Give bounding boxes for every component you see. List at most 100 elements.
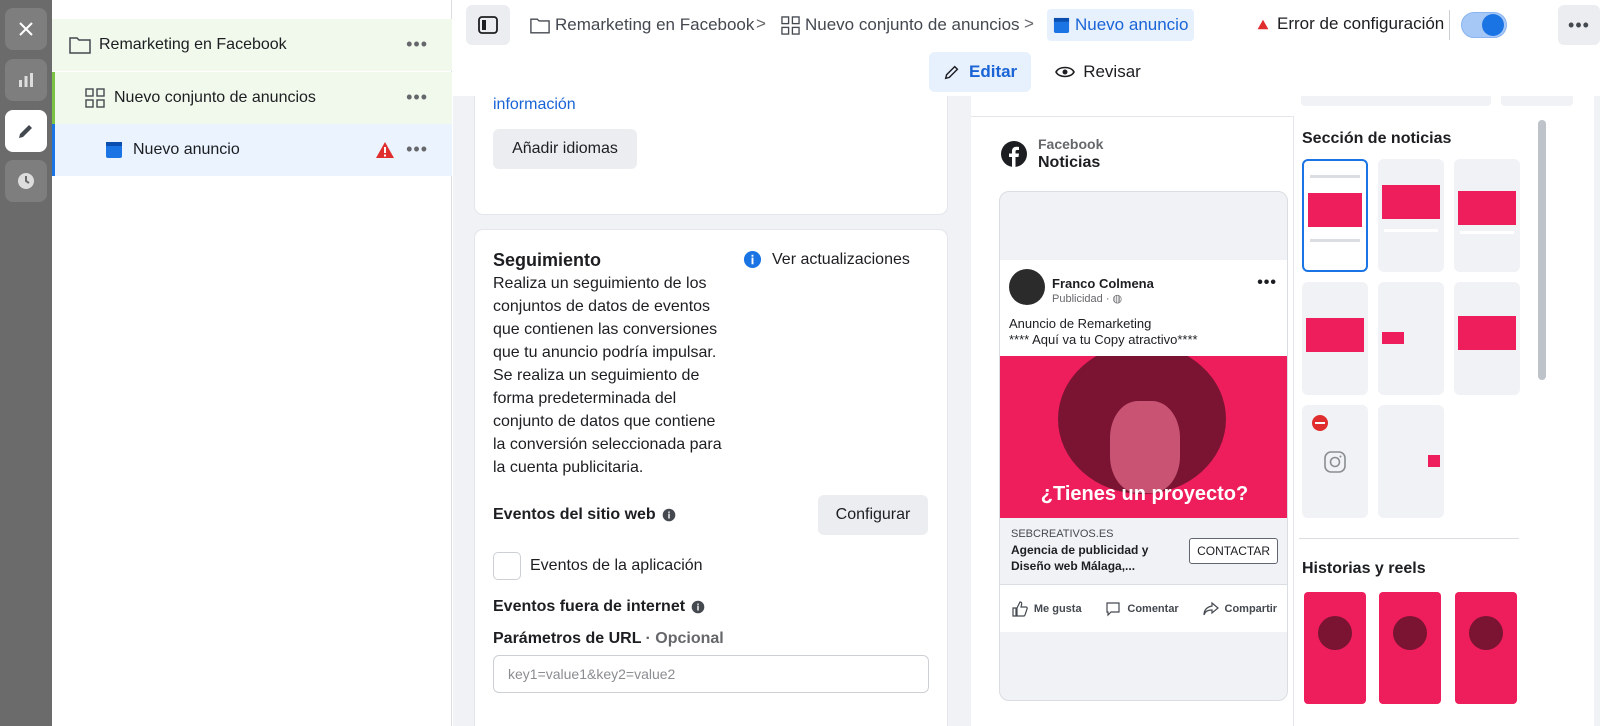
more-icon[interactable]: •••	[406, 35, 428, 53]
ad-active-toggle[interactable]	[1461, 12, 1507, 38]
eye-icon	[1055, 66, 1076, 78]
more-icon[interactable]: •••	[1257, 274, 1277, 292]
placement-thumb[interactable]	[1378, 159, 1444, 272]
breadcrumb-label: Remarketing en Facebook	[555, 15, 755, 34]
placement-thumb-instagram-unavailable[interactable]	[1302, 405, 1368, 518]
tracking-card: Seguimiento Ver actualizaciones Realiza …	[475, 230, 947, 726]
preview-scrollbar[interactable]	[1538, 120, 1546, 380]
grid-icon	[85, 88, 105, 108]
tab-review[interactable]: Revisar	[1041, 52, 1155, 92]
updates-link[interactable]: Ver actualizaciones	[743, 250, 910, 269]
link-bar: SEBCREATIVOS.ES Agencia de publicidad y …	[1000, 518, 1287, 584]
optional-tag: · Opcional	[645, 630, 724, 647]
placement-thumb-story[interactable]	[1455, 592, 1517, 704]
placement-thumb-story[interactable]	[1379, 592, 1441, 704]
ad-headline-overlay: ¿Tienes un proyecto?	[1040, 483, 1249, 505]
add-languages-button[interactable]: Añadir idiomas	[493, 129, 637, 169]
action-label: Me gusta	[1033, 602, 1082, 615]
breadcrumb-adset[interactable]: Nuevo conjunto de anuncios	[781, 9, 1020, 41]
warning-icon	[376, 142, 394, 158]
reports-button[interactable]	[5, 59, 47, 101]
instagram-icon	[1324, 451, 1346, 473]
error-label: Error de configuración	[1277, 14, 1445, 33]
placement-thumb[interactable]	[1378, 405, 1444, 518]
placement-thumb[interactable]	[1302, 282, 1368, 395]
comment-action[interactable]: Comentar	[1105, 601, 1179, 617]
edit-mode-button[interactable]	[5, 110, 47, 152]
folder-icon	[69, 37, 91, 54]
info-icon	[743, 250, 762, 269]
url-params-label: Parámetros de URL · Opcional	[493, 630, 724, 648]
breadcrumb-campaign[interactable]: Remarketing en Facebook	[530, 9, 754, 41]
placement-thumb[interactable]	[1454, 282, 1520, 395]
like-action[interactable]: Me gusta	[1012, 600, 1082, 617]
ad-preview-panel: Facebook Noticias Franco Colmena Publici…	[965, 96, 1600, 726]
post-sponsored: Publicidad · ◍	[1052, 292, 1122, 305]
info-link[interactable]: información	[493, 96, 576, 114]
placement-thumb-story[interactable]	[1304, 592, 1366, 704]
sidebar-toggle-button[interactable]	[466, 5, 510, 45]
action-label: Compartir	[1224, 602, 1278, 615]
label-text: Parámetros de URL	[493, 630, 642, 647]
tree-item-label: Remarketing en Facebook	[99, 36, 287, 53]
breadcrumb-ad[interactable]: Nuevo anuncio	[1047, 9, 1195, 41]
configure-button[interactable]: Configurar	[818, 495, 928, 535]
placement-thumb-facebook-feed[interactable]	[1302, 159, 1368, 272]
thumb-image	[1393, 616, 1427, 650]
blocked-icon	[1312, 415, 1328, 431]
tree-item-label: Nuevo conjunto de anuncios	[114, 89, 316, 106]
close-icon	[19, 22, 33, 36]
more-icon[interactable]: •••	[406, 140, 428, 158]
stories-section-title: Historias y reels	[1302, 560, 1426, 577]
pencil-icon	[944, 65, 959, 80]
thumb-image	[1469, 616, 1503, 650]
url-params-input[interactable]: key1=value1&key2=value2	[493, 655, 929, 693]
contact-button[interactable]: CONTACTAR	[1189, 538, 1278, 564]
more-icon: •••	[1568, 14, 1590, 35]
pencil-icon	[19, 125, 32, 138]
configuration-error-status[interactable]: Error de configuración	[1257, 14, 1444, 34]
tree-item-ad[interactable]: Nuevo anuncio •••	[52, 124, 452, 176]
app-events-checkbox[interactable]	[493, 552, 521, 580]
grid-icon	[781, 15, 800, 35]
link-title: Agencia de publicidad y Diseño web Málag…	[1011, 543, 1149, 573]
thumb-image	[1428, 455, 1440, 467]
post-text: Anuncio de Remarketing **** Aquí va tu C…	[1009, 316, 1198, 348]
thumb-image	[1458, 316, 1516, 350]
thumb-image	[1458, 191, 1516, 225]
breadcrumb-separator: >	[1024, 14, 1034, 33]
tree-item-label: Nuevo anuncio	[133, 141, 240, 158]
ad-image: ¿Tienes un proyecto?	[1000, 356, 1287, 518]
thumb-line	[1384, 229, 1438, 232]
tree-item-campaign[interactable]: Remarketing en Facebook •••	[52, 19, 452, 71]
placement-thumb[interactable]	[1454, 159, 1520, 272]
ad-icon	[1053, 17, 1070, 33]
top-strip	[1501, 96, 1573, 106]
close-button[interactable]	[5, 8, 47, 50]
top-bar: Remarketing en Facebook > Nuevo conjunto…	[453, 0, 1600, 52]
more-options-button[interactable]: •••	[1558, 5, 1600, 45]
campaign-tree: Remarketing en Facebook ••• Nuevo conjun…	[52, 0, 452, 726]
form-column: información Añadir idiomas Seguimiento V…	[453, 96, 965, 726]
tab-label: Editar	[969, 62, 1018, 81]
toggle-knob	[1482, 14, 1504, 36]
tree-item-adset[interactable]: Nuevo conjunto de anuncios •••	[52, 72, 452, 124]
thumb-image	[1308, 193, 1362, 227]
tab-edit[interactable]: Editar	[929, 52, 1032, 92]
post-actions: Me gusta Comentar Compartir	[1000, 584, 1287, 632]
breadcrumb-label: Nuevo conjunto de anuncios	[805, 15, 1020, 34]
label-text: Eventos fuera de internet	[493, 598, 686, 615]
more-icon[interactable]: •••	[406, 88, 428, 106]
share-action[interactable]: Compartir	[1202, 601, 1278, 617]
breadcrumb-label: Nuevo anuncio	[1075, 15, 1189, 34]
comment-icon	[1106, 601, 1120, 616]
left-rail	[0, 0, 52, 726]
thumb-line	[1460, 231, 1514, 234]
globe-icon: ◍	[1112, 293, 1123, 305]
post-text-line: Anuncio de Remarketing	[1009, 316, 1152, 331]
history-button[interactable]	[5, 160, 47, 202]
tracking-description: Realiza un seguimiento de los conjuntos …	[493, 275, 722, 476]
divider	[1299, 538, 1519, 539]
link-domain: SEBCREATIVOS.ES	[1011, 528, 1114, 540]
placement-thumb[interactable]	[1378, 282, 1444, 395]
